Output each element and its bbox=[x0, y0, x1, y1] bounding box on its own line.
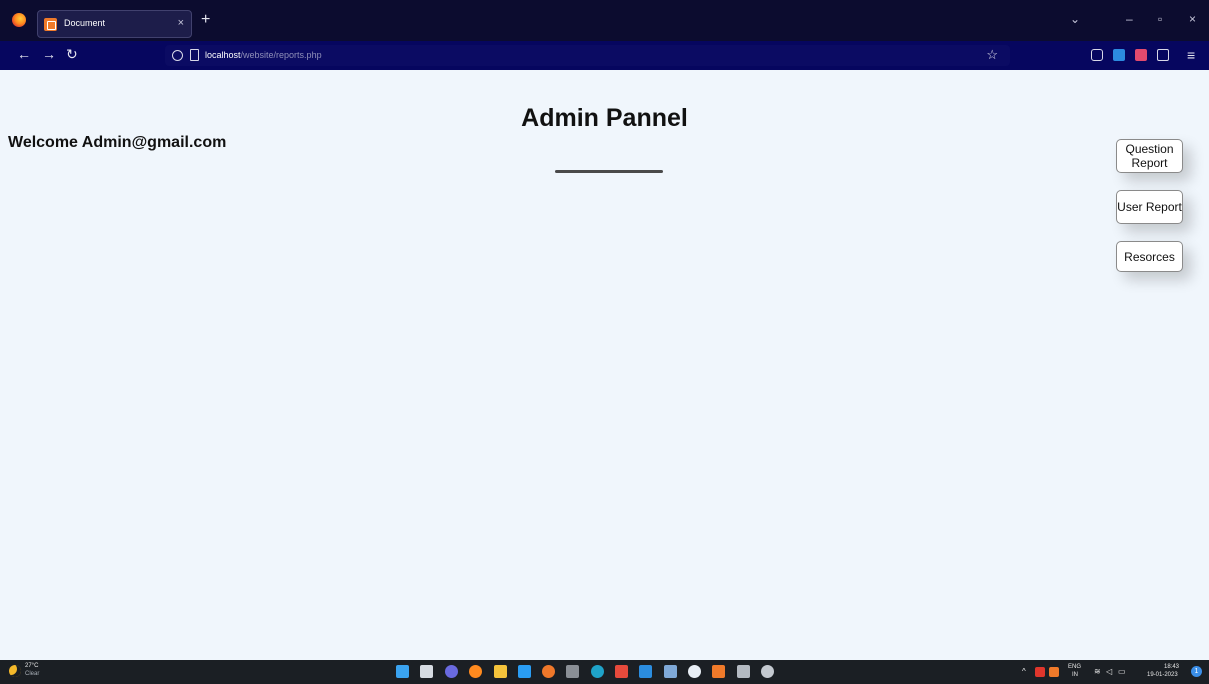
app-lightblue-icon[interactable] bbox=[664, 665, 677, 678]
start-icon[interactable] bbox=[396, 665, 409, 678]
tray-app-red-icon[interactable] bbox=[1035, 667, 1045, 677]
url-text[interactable]: localhost/website/reports.php bbox=[205, 50, 322, 60]
chat-icon[interactable] bbox=[445, 665, 458, 678]
settings-gear-icon[interactable] bbox=[761, 665, 774, 678]
store-icon[interactable] bbox=[518, 665, 531, 678]
firefox-icon[interactable] bbox=[12, 13, 26, 27]
database-icon[interactable] bbox=[737, 665, 750, 678]
back-button[interactable]: ← bbox=[17, 46, 31, 62]
pocket-icon[interactable] bbox=[1091, 49, 1103, 61]
bookmark-star-icon[interactable]: ☆ bbox=[986, 47, 998, 63]
page-info-icon[interactable] bbox=[190, 49, 199, 61]
url-path: /website/reports.php bbox=[240, 50, 322, 60]
page-title: Admin Pannel bbox=[521, 104, 688, 132]
tab-close-icon[interactable]: × bbox=[178, 17, 184, 29]
tray-overflow-icon[interactable]: ^ bbox=[1022, 668, 1026, 676]
extension-red-icon[interactable] bbox=[1135, 49, 1147, 61]
tab-favicon-icon bbox=[44, 18, 57, 31]
app-orange-icon[interactable] bbox=[542, 665, 555, 678]
list-all-tabs-icon[interactable]: ⌄ bbox=[1070, 12, 1080, 26]
weather-temperature[interactable]: 27°C bbox=[25, 663, 38, 670]
battery-icon[interactable]: ▭ bbox=[1118, 668, 1126, 676]
address-bar[interactable]: localhost/website/reports.php ☆ bbox=[165, 45, 1010, 66]
chrome-icon[interactable] bbox=[688, 665, 701, 678]
extension-blue-icon[interactable] bbox=[1113, 49, 1125, 61]
notification-badge[interactable]: 1 bbox=[1191, 666, 1202, 677]
clock-time[interactable]: 18:43 bbox=[1164, 664, 1179, 671]
browser-toolbar: ← → ↻ localhost/website/reports.php ☆ ≡ bbox=[0, 41, 1209, 70]
language-region[interactable]: IN bbox=[1072, 672, 1078, 679]
clock-date[interactable]: 19-01-2023 bbox=[1147, 672, 1178, 679]
browser-tab-bar: Document × + ⌄ – ▫ × bbox=[0, 0, 1209, 41]
language-primary[interactable]: ENG bbox=[1068, 664, 1081, 671]
new-tab-button[interactable]: + bbox=[201, 12, 210, 28]
maximize-button[interactable]: ▫ bbox=[1158, 12, 1162, 26]
tab-document[interactable]: Document × bbox=[37, 10, 192, 38]
title-underline bbox=[555, 170, 663, 173]
xampp-icon[interactable] bbox=[712, 665, 725, 678]
close-window-button[interactable]: × bbox=[1189, 12, 1196, 26]
menu-icon[interactable]: ≡ bbox=[1187, 47, 1195, 63]
tray-xampp-icon[interactable] bbox=[1049, 667, 1059, 677]
tab-title: Document bbox=[64, 18, 106, 28]
minimize-button[interactable]: – bbox=[1126, 12, 1133, 26]
edge-icon[interactable] bbox=[591, 665, 604, 678]
tracking-protection-icon[interactable] bbox=[172, 50, 183, 61]
resources-button[interactable]: Resorces bbox=[1116, 241, 1183, 272]
extensions-icon[interactable] bbox=[1157, 49, 1169, 61]
app-gray-icon[interactable] bbox=[566, 665, 579, 678]
task-view-icon[interactable] bbox=[420, 665, 433, 678]
volume-icon[interactable]: ◁ bbox=[1106, 668, 1112, 676]
weather-condition[interactable]: Clear bbox=[25, 671, 39, 678]
welcome-message: Welcome Admin@gmail.com bbox=[8, 134, 227, 151]
question-report-button[interactable]: Question Report bbox=[1116, 139, 1183, 173]
windows-taskbar: 27°C Clear ^ ENG IN ≋ ◁ ▭ 18:43 19-01-20… bbox=[0, 660, 1209, 684]
app-red-icon[interactable] bbox=[615, 665, 628, 678]
vscode-icon[interactable] bbox=[639, 665, 652, 678]
user-report-button[interactable]: User Report bbox=[1116, 190, 1183, 224]
weather-moon-icon[interactable] bbox=[9, 665, 21, 677]
wifi-icon[interactable]: ≋ bbox=[1094, 668, 1101, 676]
url-host: localhost bbox=[205, 50, 241, 60]
forward-button[interactable]: → bbox=[42, 46, 56, 62]
firefox-taskbar-icon[interactable] bbox=[469, 665, 482, 678]
file-explorer-icon[interactable] bbox=[494, 665, 507, 678]
reload-button[interactable]: ↻ bbox=[66, 46, 78, 62]
